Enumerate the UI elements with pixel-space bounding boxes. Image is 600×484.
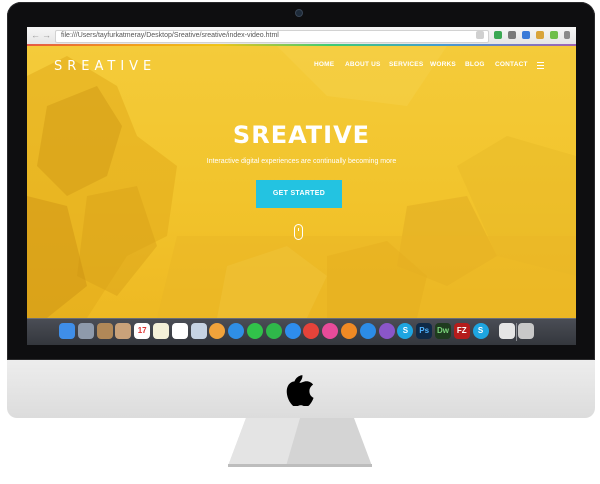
extension-icon[interactable] [522,31,530,39]
bookmark-star-icon[interactable] [476,31,484,39]
hamburger-menu-icon[interactable] [537,62,544,69]
photoshop-icon[interactable]: Ps [416,323,433,339]
back-button[interactable]: ← [31,30,40,40]
trash-icon[interactable] [518,323,535,339]
ibooks-icon[interactable] [341,323,357,339]
hero-subtitle: Interactive digital experiences are cont… [206,158,397,165]
finder-icon[interactable] [59,323,75,339]
site-logo[interactable]: SREATIVE [54,59,156,74]
messages-icon[interactable] [247,323,263,339]
preview-icon[interactable] [190,323,207,339]
url-text: file:///Users/tayfurkatmeray/Desktop/Sre… [61,32,279,39]
get-started-button[interactable]: GET STARTED [256,180,342,208]
nav-services[interactable]: SERVICES [389,60,423,70]
scroll-mouse-icon[interactable] [294,224,303,240]
launchpad-icon[interactable] [77,323,94,339]
calendar-icon[interactable]: 17 [134,323,151,339]
skype-icon-2[interactable]: S [472,323,489,339]
screen: ← → file:///Users/tayfurkatmeray/Desktop… [27,27,576,345]
hero-section: SREATIVE HOME ABOUT US SERVICES WORKS BL… [27,46,576,318]
dreamweaver-icon[interactable]: Dw [435,323,451,339]
mail-icon[interactable] [228,323,245,339]
utility-icon[interactable] [378,323,395,339]
extension-icon[interactable] [536,31,544,39]
camera-icon [296,10,302,16]
filezilla-icon[interactable]: FZ [453,323,470,339]
extension-icon[interactable] [508,31,516,39]
extension-icon[interactable] [550,31,558,39]
dock-separator [516,323,517,341]
apple-logo-icon [286,375,314,406]
notes-icon[interactable] [153,323,169,339]
facetime-icon[interactable] [265,323,282,339]
forward-button[interactable]: → [42,30,51,40]
photos-icon[interactable] [209,323,226,339]
contacts-icon[interactable] [115,323,132,339]
chrome-icon[interactable] [303,323,320,339]
skype-icon[interactable]: S [397,323,414,339]
menu-icon[interactable] [564,31,570,39]
browser-toolbar: ← → file:///Users/tayfurkatmeray/Desktop… [27,27,576,45]
nav-home[interactable]: HOME [314,60,334,70]
hero-title: SREATIVE [232,121,371,149]
imac-mockup: ← → file:///Users/tayfurkatmeray/Desktop… [0,0,600,484]
nav-blog[interactable]: BLOG [465,60,485,70]
documents-icon[interactable] [499,323,516,339]
safari-icon[interactable] [284,323,301,339]
reminders-icon[interactable] [171,323,188,339]
itunes-icon[interactable] [322,323,339,339]
macos-dock: 17 S Ps Dw FZ S [27,318,576,345]
nav-about-us[interactable]: ABOUT US [345,60,381,70]
adblock-extension-icon[interactable] [494,31,502,39]
photos-folder-icon[interactable] [96,323,113,339]
monitor-stand [228,418,372,467]
app-store-icon[interactable] [359,323,376,339]
nav-contact[interactable]: CONTACT [495,60,528,70]
nav-works[interactable]: WORKS [430,60,456,70]
